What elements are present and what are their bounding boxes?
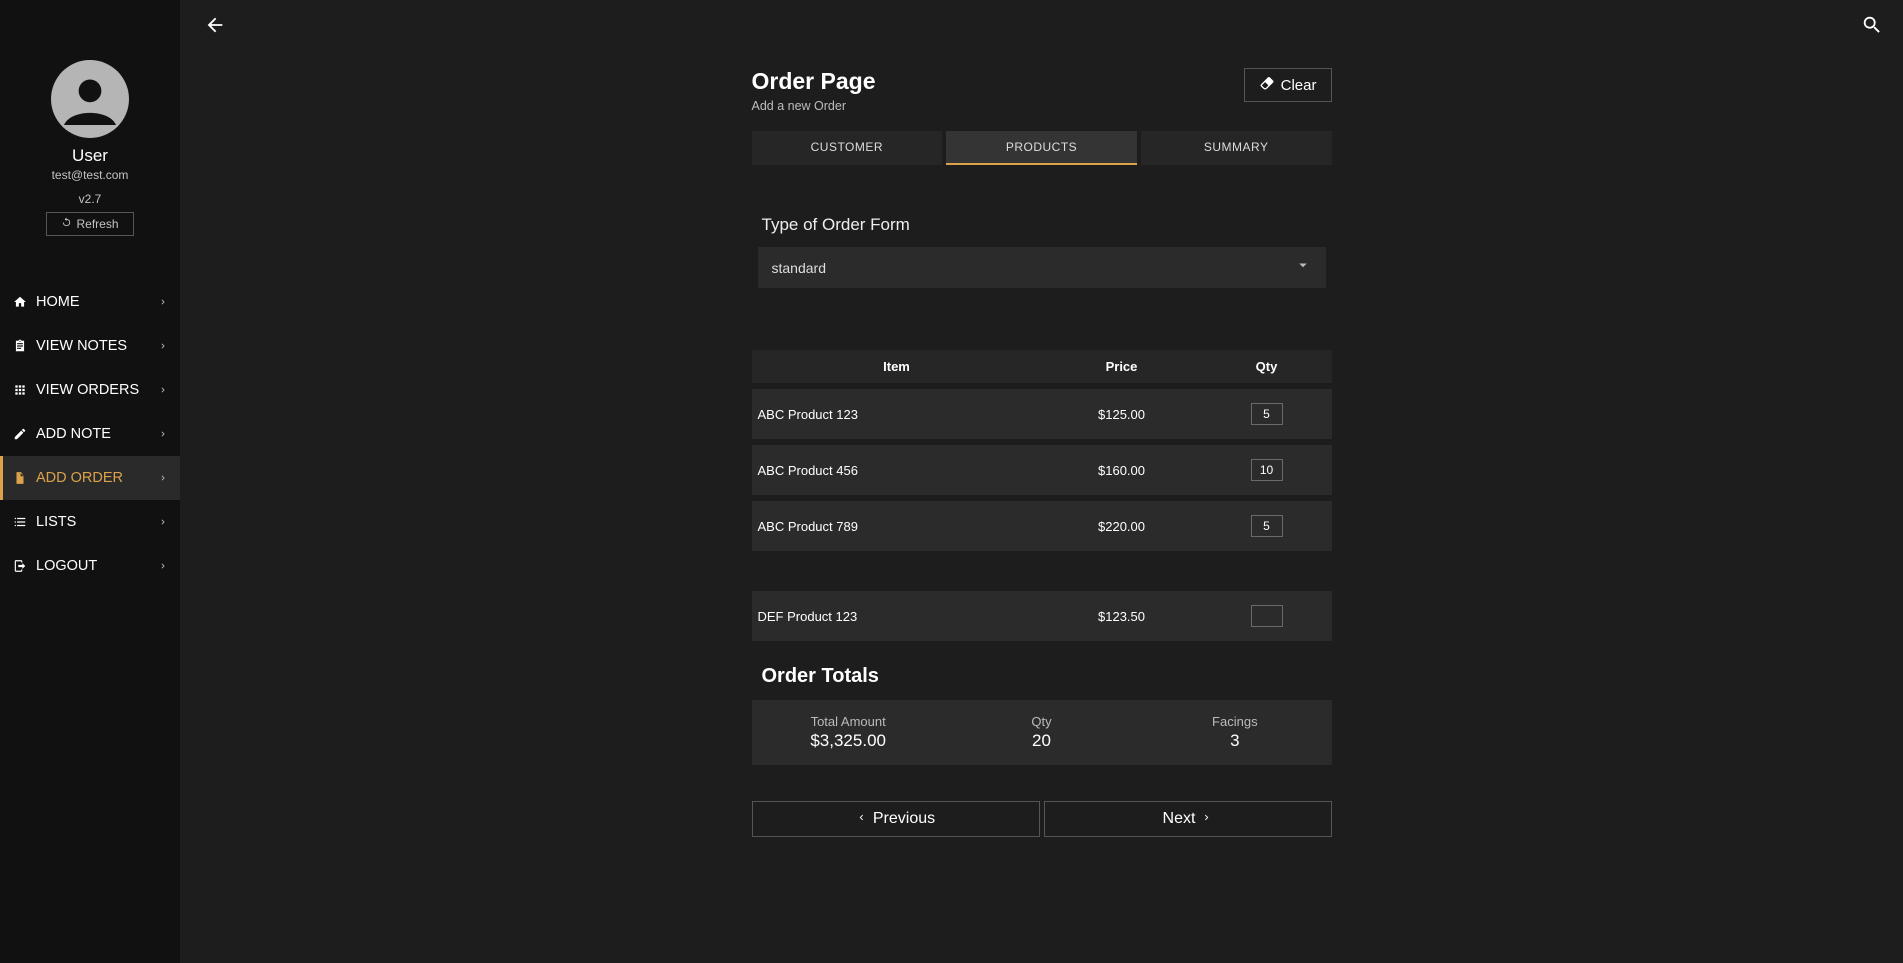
- sidebar-item-label: ADD ORDER: [36, 470, 123, 486]
- product-price: $160.00: [1042, 463, 1202, 478]
- sidebar-item-home[interactable]: HOME: [0, 280, 180, 324]
- sidebar-item-logout[interactable]: LOGOUT: [0, 544, 180, 588]
- chevron-right-icon: [158, 471, 168, 486]
- profile-email: test@test.com: [52, 168, 129, 182]
- order-type-label: Type of Order Form: [762, 215, 1332, 235]
- sidebar-item-label: VIEW ORDERS: [36, 382, 139, 398]
- product-price: $220.00: [1042, 519, 1202, 534]
- profile-name: User: [72, 146, 108, 166]
- header-item: Item: [752, 359, 1042, 374]
- total-value: 3: [1138, 731, 1331, 751]
- order-totals: Total Amount $3,325.00Qty 20Facings 3: [752, 700, 1332, 765]
- page-subtitle: Add a new Order: [752, 99, 876, 113]
- chevron-right-icon: [158, 427, 168, 442]
- refresh-label: Refresh: [76, 217, 118, 231]
- chevron-right-icon: [158, 515, 168, 530]
- product-price: $125.00: [1042, 407, 1202, 422]
- clipboard-icon: [12, 339, 28, 353]
- chevron-right-icon: [158, 295, 168, 310]
- sidebar-item-lists[interactable]: LISTS: [0, 500, 180, 544]
- topbar: [180, 0, 1903, 56]
- product-name: DEF Product 123: [752, 609, 1042, 624]
- clear-label: Clear: [1281, 77, 1317, 94]
- chevron-right-icon: [1201, 810, 1212, 828]
- order-totals-title: Order Totals: [762, 665, 1332, 688]
- total-value: 20: [945, 731, 1138, 751]
- search-icon[interactable]: [1861, 14, 1883, 42]
- avatar: [51, 60, 129, 138]
- chevron-right-icon: [158, 383, 168, 398]
- chevron-right-icon: [158, 559, 168, 574]
- file-icon: [12, 471, 28, 485]
- table-header: Item Price Qty: [752, 350, 1332, 383]
- total-col: Facings 3: [1138, 714, 1331, 751]
- product-price: $123.50: [1042, 609, 1202, 624]
- table-row: ABC Product 789$220.00: [752, 501, 1332, 551]
- app-version: v2.7: [79, 192, 102, 206]
- sidebar-item-label: VIEW NOTES: [36, 338, 127, 354]
- profile-block: User test@test.com v2.7 Refresh: [0, 0, 180, 252]
- header-price: Price: [1042, 359, 1202, 374]
- product-name: ABC Product 456: [752, 463, 1042, 478]
- sidebar-item-add-order[interactable]: ADD ORDER: [0, 456, 180, 500]
- sidebar-item-label: ADD NOTE: [36, 426, 111, 442]
- pencil-icon: [12, 427, 28, 441]
- product-name: ABC Product 123: [752, 407, 1042, 422]
- refresh-icon: [61, 217, 72, 231]
- tab-products[interactable]: PRODUCTS: [946, 131, 1137, 165]
- total-label: Total Amount: [752, 714, 945, 729]
- total-label: Facings: [1138, 714, 1331, 729]
- page-title: Order Page: [752, 68, 876, 95]
- table-row: ABC Product 123$125.00: [752, 389, 1332, 439]
- sidebar-nav: HOME VIEW NOTES VIEW ORDERS ADD NOTE ADD ORD…: [0, 280, 180, 588]
- order-type-value: standard: [772, 260, 826, 276]
- sidebar-item-view-orders[interactable]: VIEW ORDERS: [0, 368, 180, 412]
- chevron-right-icon: [158, 339, 168, 354]
- table-row: ABC Product 456$160.00: [752, 445, 1332, 495]
- order-type-select[interactable]: standard: [758, 247, 1326, 288]
- chevron-down-icon: [1294, 256, 1312, 279]
- sidebar-item-view-notes[interactable]: VIEW NOTES: [0, 324, 180, 368]
- next-button[interactable]: Next: [1044, 801, 1332, 837]
- total-value: $3,325.00: [752, 731, 945, 751]
- home-icon: [12, 295, 28, 309]
- quantity-input[interactable]: [1251, 515, 1283, 537]
- eraser-icon: [1259, 75, 1275, 95]
- sidebar-item-label: LOGOUT: [36, 558, 97, 574]
- list-icon: [12, 515, 28, 529]
- product-name: ABC Product 789: [752, 519, 1042, 534]
- page-header: Order Page Add a new Order Clear: [752, 68, 1332, 113]
- sidebar-item-add-note[interactable]: ADD NOTE: [0, 412, 180, 456]
- total-col: Qty 20: [945, 714, 1138, 751]
- products-table: Item Price Qty ABC Product 123$125.00ABC…: [752, 350, 1332, 641]
- sidebar-item-label: HOME: [36, 294, 80, 310]
- total-col: Total Amount $3,325.00: [752, 714, 945, 751]
- footer-nav: Previous Next: [752, 801, 1332, 837]
- total-label: Qty: [945, 714, 1138, 729]
- main-content: Order Page Add a new Order Clear CUSTOME…: [180, 0, 1903, 963]
- refresh-button[interactable]: Refresh: [46, 212, 133, 236]
- tab-customer[interactable]: CUSTOMER: [752, 131, 943, 165]
- back-button[interactable]: [204, 14, 226, 42]
- clear-button[interactable]: Clear: [1244, 68, 1332, 102]
- tabs: CUSTOMERPRODUCTSSUMMARY: [752, 131, 1332, 165]
- quantity-input[interactable]: [1251, 459, 1283, 481]
- quantity-input[interactable]: [1251, 403, 1283, 425]
- header-qty: Qty: [1202, 359, 1332, 374]
- chevron-left-icon: [856, 810, 867, 828]
- grid-icon: [12, 383, 28, 397]
- table-row: DEF Product 123$123.50: [752, 591, 1332, 641]
- tab-summary[interactable]: SUMMARY: [1141, 131, 1332, 165]
- previous-label: Previous: [873, 810, 935, 828]
- sidebar: User test@test.com v2.7 Refresh HOME VIEW…: [0, 0, 180, 963]
- next-label: Next: [1163, 810, 1196, 828]
- sidebar-item-label: LISTS: [36, 514, 76, 530]
- previous-button[interactable]: Previous: [752, 801, 1040, 837]
- quantity-input[interactable]: [1251, 605, 1283, 627]
- logout-icon: [12, 559, 28, 573]
